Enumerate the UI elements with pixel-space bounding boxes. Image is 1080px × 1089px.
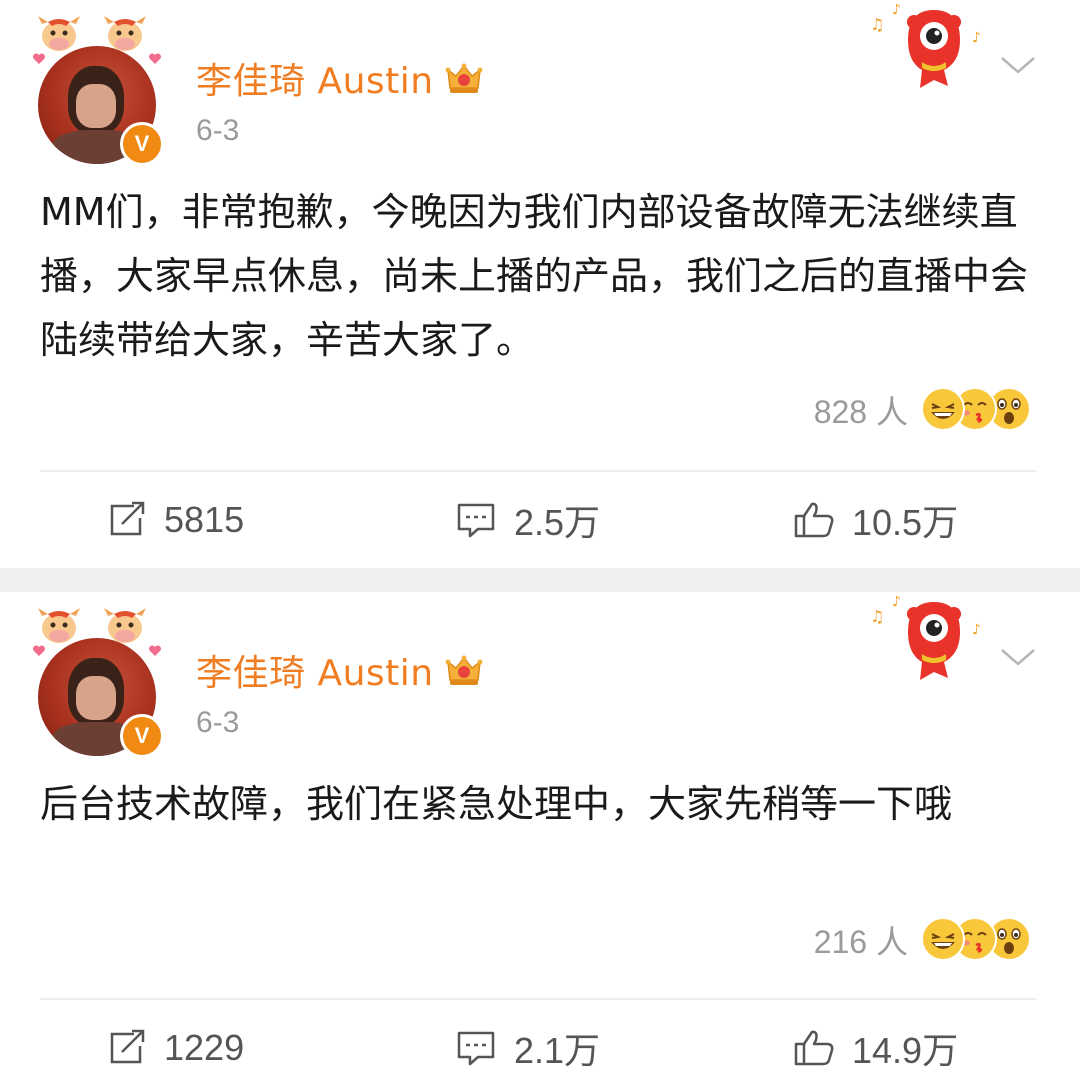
crown-icon[interactable] [444, 58, 484, 98]
like-count: 10.5万 [852, 502, 959, 543]
laugh-emoji-icon [921, 917, 965, 961]
reaction-emojis [920, 916, 1032, 964]
reaction-count: 216 人 [813, 924, 908, 960]
weibo-post: V 李佳琦 Austin 6-3 ♫ ♪ ♪ MM们，非常抱歉，今晚因为我们内部… [0, 0, 1080, 568]
crown-icon[interactable] [444, 650, 484, 690]
like-button[interactable]: 10.5万 [792, 490, 958, 550]
heart-icon [32, 645, 46, 656]
comment-icon [457, 503, 495, 538]
post-date: 6-3 [196, 114, 240, 147]
post-date: 6-3 [196, 706, 240, 739]
repost-icon [110, 1029, 145, 1064]
svg-text:♫: ♫ [870, 15, 884, 34]
post-menu-button[interactable] [996, 640, 1040, 676]
action-bar: 5815 2.5万 10.5万 [0, 490, 1080, 550]
svg-text:♪: ♪ [972, 622, 981, 638]
thumbs-up-icon [794, 502, 834, 538]
like-count: 14.9万 [852, 1030, 959, 1071]
post-menu-button[interactable] [996, 48, 1040, 84]
divider [40, 470, 1036, 472]
repost-button[interactable]: 5815 [104, 490, 244, 550]
avatar[interactable]: V [32, 14, 164, 166]
post-text: MM们，非常抱歉，今晚因为我们内部设备故障无法继续直播，大家早点休息，尚未上播的… [40, 190, 1029, 362]
comment-button[interactable]: 2.5万 [454, 490, 600, 550]
svg-text:♫: ♫ [870, 607, 884, 626]
avatar[interactable]: V [32, 606, 164, 758]
chevron-down-icon [1001, 649, 1035, 666]
verified-v-icon: V [120, 122, 164, 166]
chevron-down-icon [1001, 57, 1035, 74]
reaction-summary[interactable]: 828 人 [814, 382, 1032, 438]
author-row: 李佳琦 Austin [196, 644, 484, 696]
svg-text:♪: ♪ [892, 2, 901, 18]
author-name[interactable]: 李佳琦 Austin [196, 52, 434, 104]
comment-count: 2.5万 [514, 502, 601, 543]
verified-v-icon: V [120, 714, 164, 758]
like-button[interactable]: 14.9万 [792, 1018, 958, 1078]
thumbs-up-icon [794, 1030, 834, 1066]
heart-icon [148, 53, 162, 64]
heart-icon [32, 53, 46, 64]
repost-icon [110, 501, 145, 536]
reaction-emojis [920, 386, 1032, 434]
divider [40, 998, 1036, 1000]
author-name[interactable]: 李佳琦 Austin [196, 644, 434, 696]
repost-button[interactable]: 1229 [104, 1018, 244, 1078]
repost-count: 5815 [164, 499, 245, 540]
comment-button[interactable]: 2.1万 [454, 1018, 600, 1078]
author-row: 李佳琦 Austin [196, 52, 484, 104]
post-text: 后台技术故障，我们在紧急处理中，大家先稍等一下哦 [40, 782, 953, 826]
heart-icon [148, 645, 162, 656]
post-separator [0, 568, 1080, 592]
mascot-icon: ♫ ♪ ♪ [870, 2, 981, 88]
action-bar: 1229 2.1万 14.9万 [0, 1018, 1080, 1078]
laugh-emoji-icon [921, 387, 965, 431]
repost-count: 1229 [164, 1027, 245, 1068]
mascot-icon: ♫ ♪ ♪ [870, 594, 981, 680]
comment-icon [457, 1031, 495, 1066]
comment-count: 2.1万 [514, 1030, 601, 1071]
svg-text:♪: ♪ [972, 30, 981, 46]
svg-text:♪: ♪ [892, 594, 901, 610]
reaction-count: 828 人 [813, 394, 908, 430]
reaction-summary[interactable]: 216 人 [814, 912, 1032, 968]
